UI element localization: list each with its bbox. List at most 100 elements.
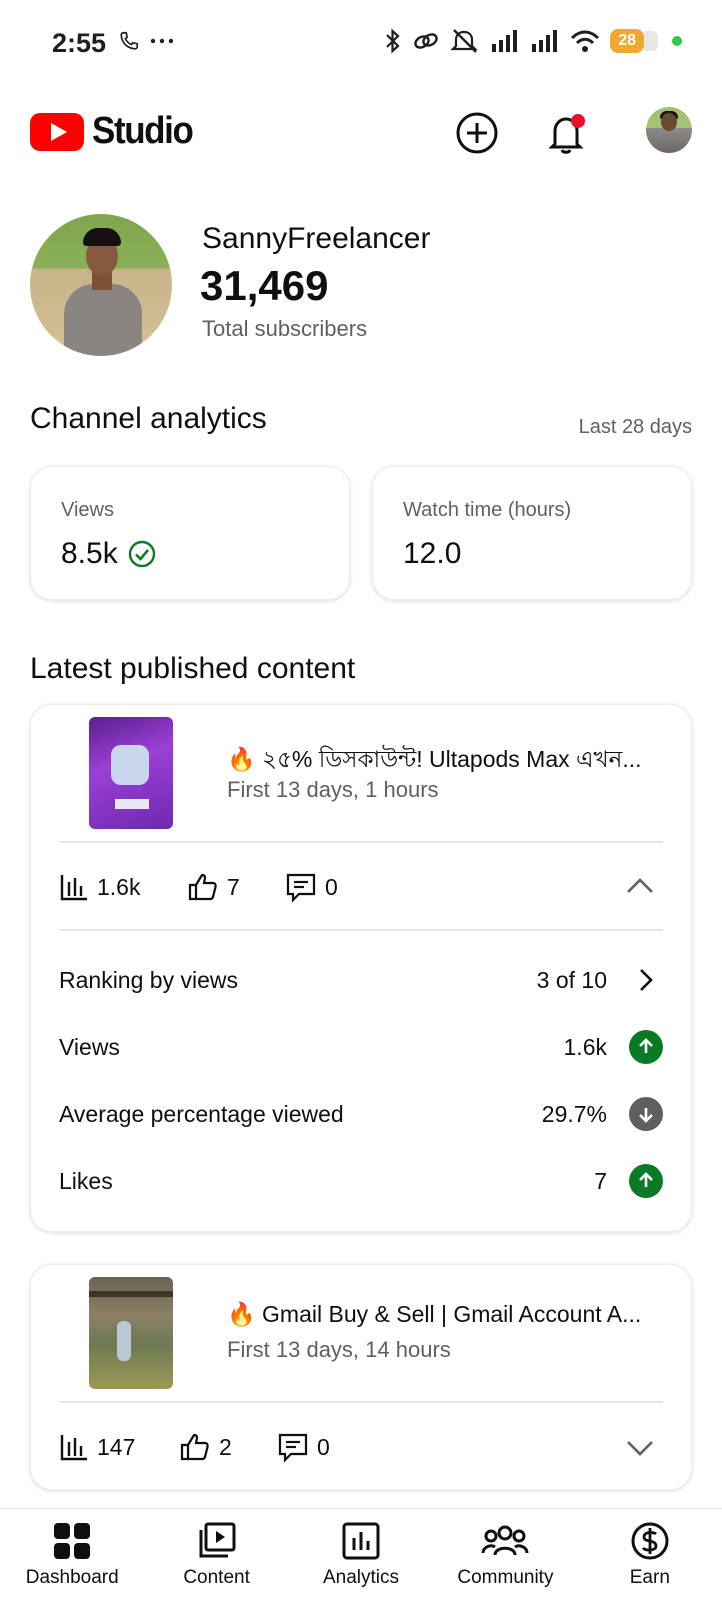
detail-value: 1.6k [563, 1033, 607, 1060]
likes-metric: 2 [179, 1431, 277, 1463]
divider [59, 841, 663, 843]
wifi-icon [571, 30, 600, 52]
views-metric: 147 [59, 1432, 179, 1462]
stat-value: 12.0 [403, 537, 462, 570]
video-title: 🔥 ২৫% ডিসকাউন্ট! Ultapods Max এখন... [227, 746, 642, 772]
nav-label: Dashboard [25, 1567, 119, 1588]
analytics-icon [342, 1522, 380, 1560]
subscriber-label: Total subscribers [202, 316, 368, 341]
signal-icon-2 [532, 30, 558, 52]
detail-value: 3 of 10 [536, 966, 607, 993]
battery-indicator: 28 [610, 29, 658, 53]
thumbs-up-icon [188, 873, 217, 901]
latest-content-title: Latest published content [30, 652, 356, 685]
chevron-up-icon [627, 878, 653, 893]
detail-row-avg-viewed: Average percentage viewed 29.7% [59, 1092, 663, 1136]
ranking-row[interactable]: Ranking by views 3 of 10 [59, 958, 663, 1002]
notifications-button[interactable] [544, 110, 590, 156]
analytics-period: Last 28 days [578, 416, 692, 438]
comments-count: 0 [317, 1433, 330, 1460]
video-subtitle: First 13 days, 14 hours [227, 1337, 451, 1362]
bar-chart-icon [60, 875, 87, 901]
mute-icon [450, 29, 478, 53]
nav-label: Analytics [323, 1567, 400, 1588]
nav-label: Content [183, 1567, 250, 1588]
nav-label: Community [457, 1567, 554, 1588]
content-card[interactable]: 🔥 ২৫% ডিসকাউন্ট! Ultapods Max এখন... Fir… [30, 704, 692, 1232]
bell-icon [548, 114, 585, 154]
status-bar: 2:55 28 [0, 0, 722, 90]
comments-metric: 0 [285, 871, 338, 903]
trend-up-icon [629, 1030, 663, 1064]
nav-earn[interactable]: Earn [578, 1509, 722, 1600]
app-bar: Studio [0, 100, 722, 164]
more-dots-icon [150, 38, 174, 44]
community-icon [481, 1525, 529, 1556]
content-icon [199, 1522, 236, 1558]
content-card[interactable]: 🔥 Gmail Buy & Sell | Gmail Account A... … [30, 1264, 692, 1490]
video-subtitle: First 13 days, 1 hours [227, 777, 439, 802]
likes-count: 7 [227, 873, 240, 900]
earn-icon [631, 1522, 669, 1560]
detail-label: Ranking by views [59, 966, 238, 993]
watch-time-stat-card[interactable]: Watch time (hours) 12.0 [372, 466, 692, 600]
channel-name: SannyFreelancer [202, 222, 431, 255]
expand-button[interactable] [625, 1433, 655, 1463]
check-circle-icon [128, 540, 155, 568]
detail-label: Views [59, 1033, 120, 1060]
subscriber-count: 31,469 [200, 262, 329, 309]
views-count: 1.6k [97, 873, 141, 900]
detail-row-likes: Likes 7 [59, 1159, 663, 1203]
signal-icon [492, 30, 518, 52]
video-thumbnail[interactable] [89, 717, 173, 829]
bottom-navigation: Dashboard Content Analytics Community Ea… [0, 1508, 722, 1600]
detail-label: Average percentage viewed [59, 1100, 344, 1127]
likes-metric: 7 [187, 871, 285, 903]
create-button[interactable] [454, 110, 500, 156]
collapse-button[interactable] [625, 871, 655, 901]
channel-avatar[interactable] [30, 214, 172, 356]
detail-value: 7 [594, 1167, 607, 1194]
youtube-logo-icon [30, 112, 84, 151]
detail-value: 29.7% [541, 1100, 607, 1127]
channel-profile: SannyFreelancer 31,469 Total subscribers [30, 212, 692, 358]
status-time: 2:55 [52, 28, 107, 58]
channel-analytics-title: Channel analytics [30, 402, 267, 435]
nav-community[interactable]: Community [433, 1509, 577, 1600]
video-title: 🔥 Gmail Buy & Sell | Gmail Account A... [227, 1301, 642, 1327]
stat-value: 8.5k [61, 537, 118, 570]
studio-logo[interactable]: Studio [30, 110, 201, 153]
detail-label: Likes [59, 1167, 113, 1194]
nav-content[interactable]: Content [144, 1509, 288, 1600]
nav-dashboard[interactable]: Dashboard [0, 1509, 144, 1600]
dashboard-icon [54, 1523, 91, 1559]
divider [59, 929, 663, 931]
link-icon [414, 33, 438, 49]
views-stat-card[interactable]: Views 8.5k [30, 466, 350, 600]
likes-count: 2 [219, 1433, 232, 1460]
privacy-dot [672, 36, 682, 46]
comment-icon [286, 873, 316, 903]
comments-count: 0 [325, 873, 338, 900]
chevron-down-icon [627, 1441, 653, 1456]
trend-up-icon [629, 1164, 663, 1198]
detail-row-views: Views 1.6k [59, 1025, 663, 1069]
video-thumbnail[interactable] [89, 1277, 173, 1389]
phone-icon [120, 31, 139, 50]
views-metric: 1.6k [59, 872, 187, 902]
chevron-right-icon [640, 969, 653, 991]
bar-chart-icon [60, 1435, 87, 1461]
stat-label: Views [61, 499, 114, 521]
thumbs-up-icon [180, 1433, 209, 1461]
comments-metric: 0 [277, 1431, 330, 1463]
bluetooth-icon [386, 28, 400, 54]
comment-icon [278, 1433, 308, 1463]
trend-down-icon [629, 1097, 663, 1131]
account-avatar[interactable] [646, 107, 692, 153]
add-circle-icon [456, 112, 498, 154]
nav-analytics[interactable]: Analytics [289, 1509, 433, 1600]
divider [59, 1401, 663, 1403]
views-count: 147 [97, 1433, 136, 1460]
logo-text: Studio [92, 110, 194, 152]
nav-label: Earn [629, 1567, 670, 1588]
